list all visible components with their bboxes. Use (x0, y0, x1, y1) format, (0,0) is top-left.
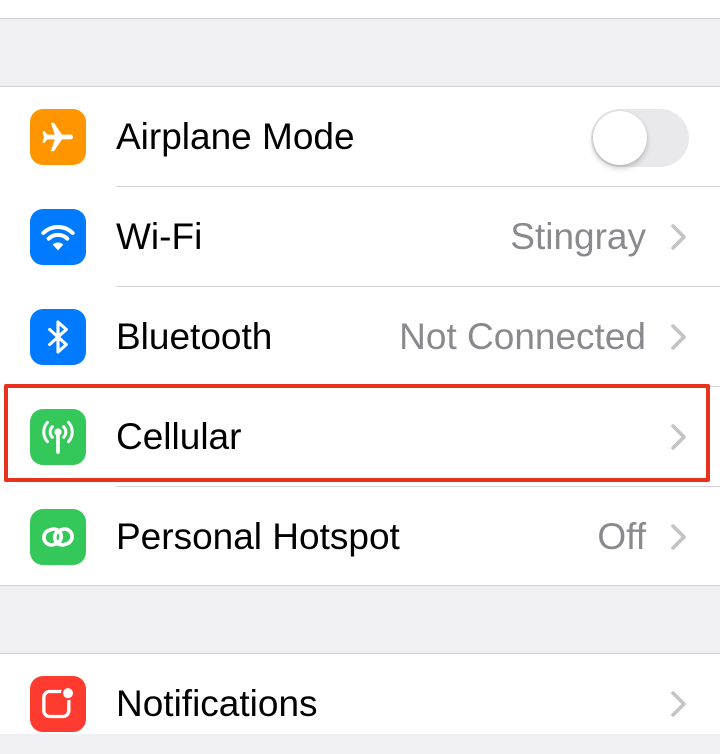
chevron-right-icon (671, 224, 686, 250)
personal-hotspot-row[interactable]: Personal Hotspot Off (0, 487, 720, 587)
previous-settings-group (0, 0, 720, 19)
bluetooth-row[interactable]: Bluetooth Not Connected (0, 287, 720, 387)
wifi-network-value: Stingray (510, 216, 646, 257)
bluetooth-label: Bluetooth (116, 316, 273, 357)
airplane-mode-label: Airplane Mode (116, 116, 355, 157)
connectivity-settings-group: Airplane Mode Wi-Fi Stingray Bluetooth N… (0, 86, 720, 586)
chevron-right-icon (671, 524, 686, 550)
hotspot-link-icon (30, 509, 86, 565)
notifications-label: Notifications (116, 683, 318, 724)
cellular-label: Cellular (116, 416, 242, 457)
chevron-right-icon (671, 324, 686, 350)
wifi-icon (30, 209, 86, 265)
personal-hotspot-status-value: Off (597, 516, 646, 557)
cellular-row[interactable]: Cellular (0, 387, 720, 487)
chevron-right-icon (671, 424, 686, 450)
personal-hotspot-label: Personal Hotspot (116, 516, 400, 557)
wifi-row[interactable]: Wi-Fi Stingray (0, 187, 720, 287)
bluetooth-icon (30, 309, 86, 365)
notifications-icon (30, 676, 86, 732)
wifi-label: Wi-Fi (116, 216, 203, 257)
airplane-mode-row[interactable]: Airplane Mode (0, 87, 720, 187)
notifications-row[interactable]: Notifications (0, 654, 720, 754)
antenna-icon (30, 409, 86, 465)
chevron-right-icon (671, 691, 686, 717)
airplane-icon (30, 109, 86, 165)
bluetooth-status-value: Not Connected (399, 316, 646, 357)
airplane-mode-toggle[interactable] (591, 109, 689, 167)
toggle-knob (593, 111, 647, 165)
notifications-settings-group: Notifications (0, 653, 720, 734)
